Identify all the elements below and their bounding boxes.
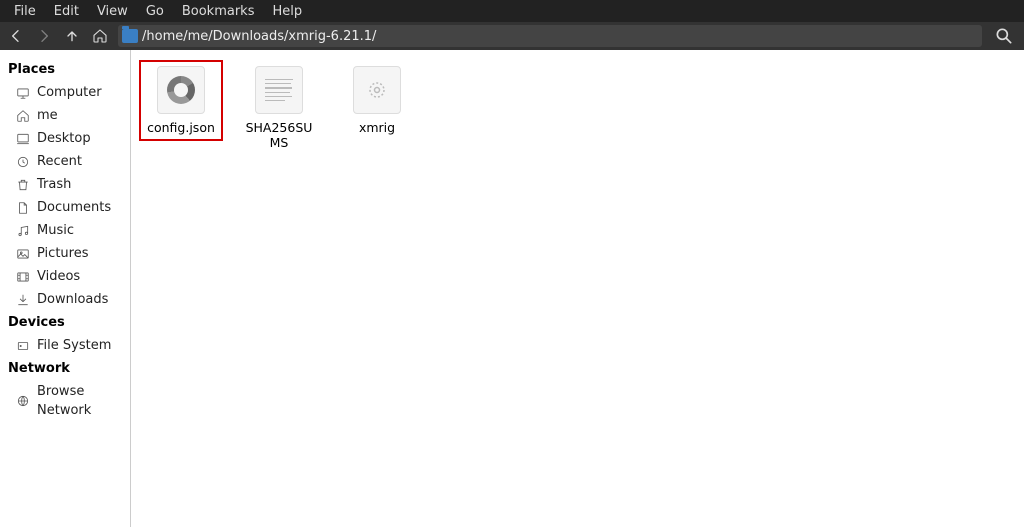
sidebar-item-documents[interactable]: Documents — [6, 196, 124, 219]
json-file-icon — [157, 66, 205, 114]
sidebar-section-network: Network — [8, 361, 124, 376]
trash-icon — [16, 178, 30, 192]
text-file-icon — [255, 66, 303, 114]
sidebar-item-desktop[interactable]: Desktop — [6, 127, 124, 150]
file-item[interactable]: SHA256SUMS — [239, 62, 319, 154]
sidebar-item-music[interactable]: Music — [6, 219, 124, 242]
pictures-icon — [16, 247, 30, 261]
menu-go[interactable]: Go — [138, 2, 172, 21]
menu-file[interactable]: File — [6, 2, 44, 21]
file-item[interactable]: config.json — [141, 62, 221, 139]
sidebar-item-pictures[interactable]: Pictures — [6, 242, 124, 265]
back-button[interactable] — [6, 26, 26, 46]
sidebar-item-label: File System — [37, 336, 111, 355]
file-grid[interactable]: config.json SHA256SUMS xmrig — [131, 50, 1024, 527]
forward-button[interactable] — [34, 26, 54, 46]
path-text: /home/me/Downloads/xmrig-6.21.1/ — [142, 29, 376, 44]
sidebar-item-filesystem[interactable]: File System — [6, 334, 124, 357]
sidebar-item-label: Desktop — [37, 129, 91, 148]
path-bar[interactable]: /home/me/Downloads/xmrig-6.21.1/ — [118, 25, 982, 47]
sidebar-item-label: Downloads — [37, 290, 108, 309]
sidebar-item-recent[interactable]: Recent — [6, 150, 124, 173]
file-label: config.json — [147, 120, 215, 135]
sidebar-item-browse-network[interactable]: Browse Network — [6, 380, 124, 422]
toolbar: /home/me/Downloads/xmrig-6.21.1/ — [0, 22, 1024, 50]
desktop-icon — [16, 132, 30, 146]
menu-view[interactable]: View — [89, 2, 136, 21]
network-icon — [16, 394, 30, 408]
file-item[interactable]: xmrig — [337, 62, 417, 139]
sidebar-item-label: Browse Network — [37, 382, 122, 420]
computer-icon — [16, 86, 30, 100]
sidebar-item-label: me — [37, 106, 58, 125]
sidebar-section-places: Places — [8, 62, 124, 77]
menu-bookmarks[interactable]: Bookmarks — [174, 2, 263, 21]
sidebar-item-label: Music — [37, 221, 74, 240]
sidebar-item-label: Recent — [37, 152, 82, 171]
up-button[interactable] — [62, 26, 82, 46]
music-icon — [16, 224, 30, 238]
home-button[interactable] — [90, 26, 110, 46]
filesystem-icon — [16, 339, 30, 353]
sidebar: Places Computer me Desktop Recent Trash … — [0, 50, 131, 527]
menu-edit[interactable]: Edit — [46, 2, 87, 21]
sidebar-item-label: Documents — [37, 198, 111, 217]
search-button[interactable] — [990, 25, 1018, 47]
sidebar-item-label: Videos — [37, 267, 80, 286]
videos-icon — [16, 270, 30, 284]
downloads-icon — [16, 293, 30, 307]
menu-help[interactable]: Help — [264, 2, 310, 21]
sidebar-item-label: Pictures — [37, 244, 88, 263]
folder-icon — [122, 29, 138, 43]
sidebar-section-devices: Devices — [8, 315, 124, 330]
recent-icon — [16, 155, 30, 169]
sidebar-item-computer[interactable]: Computer — [6, 81, 124, 104]
executable-file-icon — [353, 66, 401, 114]
sidebar-item-label: Computer — [37, 83, 102, 102]
body: Places Computer me Desktop Recent Trash … — [0, 50, 1024, 527]
file-label: xmrig — [359, 120, 395, 135]
sidebar-item-videos[interactable]: Videos — [6, 265, 124, 288]
menubar: File Edit View Go Bookmarks Help — [0, 0, 1024, 22]
documents-icon — [16, 201, 30, 215]
sidebar-item-trash[interactable]: Trash — [6, 173, 124, 196]
file-label: SHA256SUMS — [241, 120, 317, 150]
sidebar-item-downloads[interactable]: Downloads — [6, 288, 124, 311]
sidebar-item-home[interactable]: me — [6, 104, 124, 127]
sidebar-item-label: Trash — [37, 175, 71, 194]
home-icon — [16, 109, 30, 123]
